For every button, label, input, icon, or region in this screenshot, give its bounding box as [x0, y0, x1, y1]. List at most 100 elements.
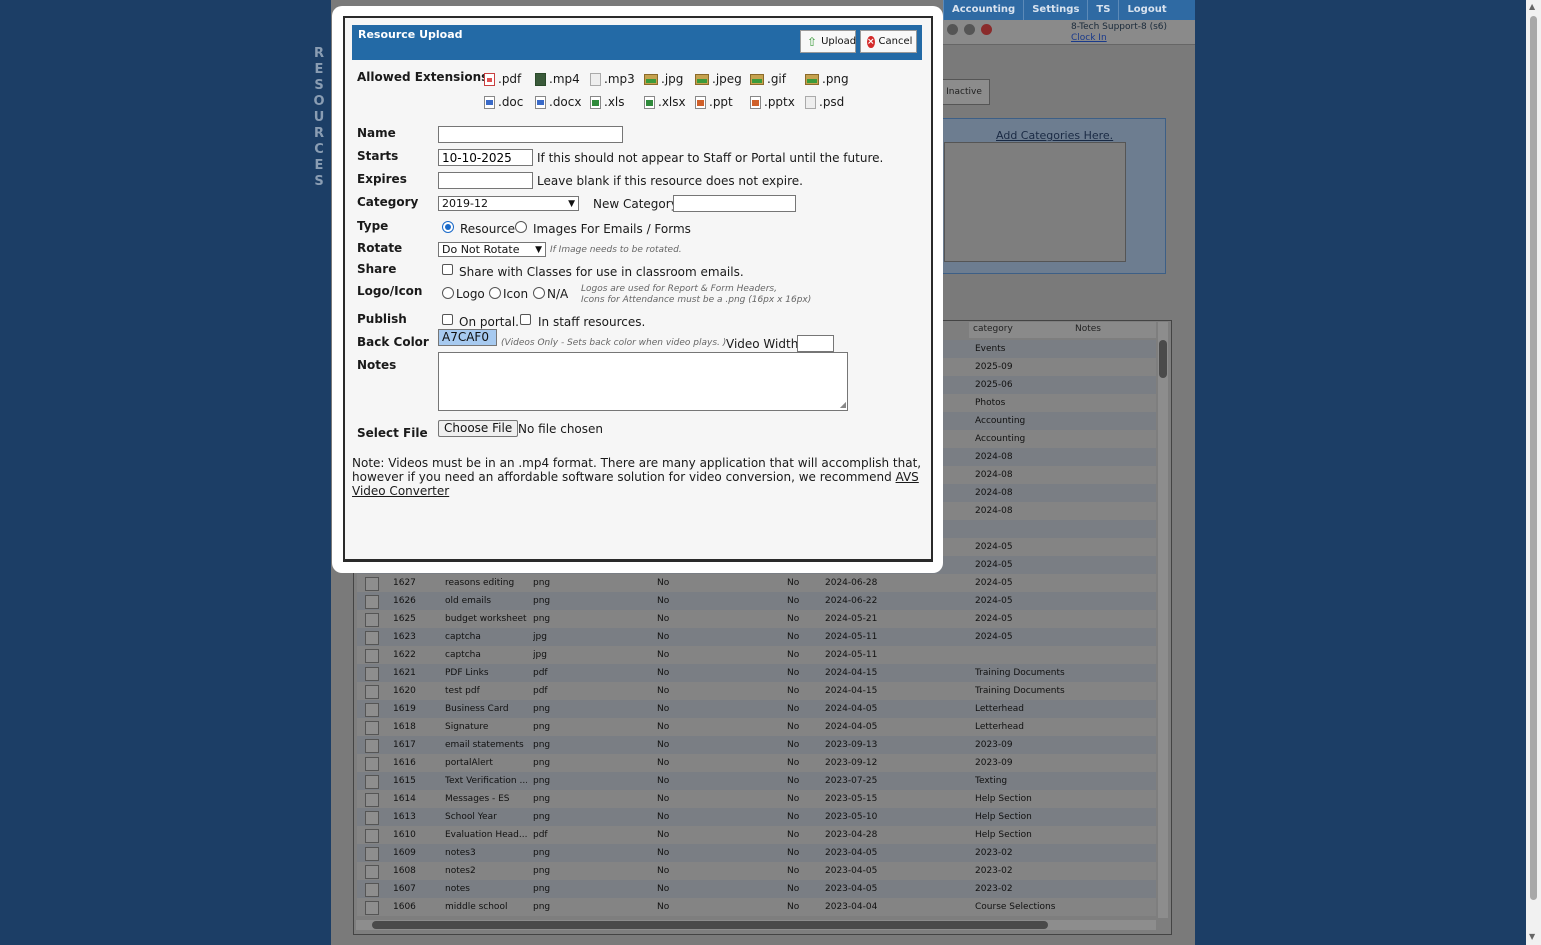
row-checkbox[interactable]: [365, 865, 379, 879]
logo-radio[interactable]: [442, 287, 454, 299]
allowed-extensions-label: Allowed Extensions: [357, 70, 489, 84]
cell-type: png: [533, 794, 551, 804]
categories-panel: Add Categories Here.: [935, 118, 1166, 274]
table-row[interactable]: 1625 budget worksheet png No No 2024-05-21 202…: [357, 610, 1156, 628]
row-checkbox[interactable]: [365, 595, 379, 609]
table-row[interactable]: 1615 Text Verification ... png No No 2023-07-…: [357, 772, 1156, 790]
icon-radio[interactable]: [489, 287, 501, 299]
na-radio[interactable]: [533, 287, 545, 299]
inactive-button[interactable]: Inactive: [938, 79, 990, 105]
row-checkbox[interactable]: [365, 775, 379, 789]
publish-portal-checkbox[interactable]: [442, 314, 453, 325]
nav-ts[interactable]: TS: [1087, 0, 1118, 20]
row-checkbox[interactable]: [365, 757, 379, 771]
column-header-notes[interactable]: Notes: [1075, 324, 1101, 334]
window-scrollbar[interactable]: ▲ ▼: [1526, 0, 1541, 945]
table-horizontal-scrollbar[interactable]: [356, 920, 1156, 930]
allowed-extension: .pptx: [750, 95, 795, 109]
new-category-input[interactable]: [673, 195, 796, 212]
cell-category: 2024-08: [975, 488, 1013, 498]
table-row[interactable]: 1621 PDF Links pdf No No 2024-04-15 Training D…: [357, 664, 1156, 682]
table-row[interactable]: 1608 notes2 png No No 2023-04-05 2023-02: [357, 862, 1156, 880]
table-row[interactable]: 1626 old emails png No No 2024-06-22 2024-05: [357, 592, 1156, 610]
rotate-selected-value: Do Not Rotate: [442, 243, 520, 256]
row-checkbox[interactable]: [365, 631, 379, 645]
column-header-category[interactable]: category: [973, 324, 1013, 334]
category-select[interactable]: 2019-12 ▼: [438, 196, 579, 211]
row-checkbox[interactable]: [365, 649, 379, 663]
cancel-button[interactable]: × Cancel: [860, 30, 917, 53]
row-checkbox[interactable]: [365, 721, 379, 735]
table-row[interactable]: 1623 captcha jpg No No 2024-05-11 2024-05: [357, 628, 1156, 646]
select-file-label: Select File: [357, 426, 428, 440]
row-checkbox[interactable]: [365, 901, 379, 915]
publish-staff-checkbox[interactable]: [520, 314, 531, 325]
rotate-select[interactable]: Do Not Rotate ▼: [438, 242, 546, 257]
table-row[interactable]: 1620 test pdf pdf No No 2024-04-15 Training Do…: [357, 682, 1156, 700]
row-checkbox[interactable]: [365, 793, 379, 807]
stop-icon[interactable]: [981, 24, 992, 35]
clock-in-link[interactable]: Clock In: [1071, 33, 1107, 43]
row-checkbox[interactable]: [365, 577, 379, 591]
table-row[interactable]: 1617 email statements png No No 2023-09-13 202…: [357, 736, 1156, 754]
printer-icon[interactable]: [947, 24, 958, 35]
row-checkbox[interactable]: [365, 883, 379, 897]
choose-file-button[interactable]: Choose File: [438, 420, 519, 437]
back-color-input[interactable]: A7CAF0: [438, 329, 497, 346]
row-checkbox[interactable]: [365, 667, 379, 681]
row-checkbox[interactable]: [365, 739, 379, 753]
cell-date: 2023-09-12: [825, 758, 878, 768]
name-input[interactable]: [438, 126, 623, 143]
row-checkbox[interactable]: [365, 829, 379, 843]
cell-type: png: [533, 578, 551, 588]
table-row[interactable]: 1622 captcha jpg No No 2024-05-11: [357, 646, 1156, 664]
cell-staff: No: [787, 704, 800, 714]
allowed-extension: .gif: [750, 72, 786, 86]
type-resource-radio[interactable]: [442, 221, 454, 233]
cell-id: 1607: [393, 884, 416, 894]
add-categories-link[interactable]: Add Categories Here.: [996, 129, 1113, 142]
table-row[interactable]: 1610 Evaluation Head... pdf No No 2023-04-28 H…: [357, 826, 1156, 844]
row-checkbox[interactable]: [365, 811, 379, 825]
nav-logout[interactable]: Logout: [1118, 0, 1174, 20]
cell-date: 2024-05-11: [825, 650, 878, 660]
table-row[interactable]: 1618 Signature png No No 2024-04-05 Letterhead: [357, 718, 1156, 736]
no-file-chosen-text: No file chosen: [518, 422, 604, 436]
starts-date-input[interactable]: [438, 149, 533, 166]
categories-textarea[interactable]: [944, 142, 1126, 262]
table-row[interactable]: 1614 Messages - ES png No No 2023-05-15 Help S…: [357, 790, 1156, 808]
table-row[interactable]: 1616 portalAlert png No No 2023-09-12 2023-09: [357, 754, 1156, 772]
extension-label: .xls: [604, 95, 625, 109]
video-width-input[interactable]: [797, 335, 834, 352]
cell-name: captcha: [445, 650, 481, 660]
nav-accounting[interactable]: Accounting: [943, 0, 1023, 20]
table-row[interactable]: 1627 reasons editing png No No 2024-06-28 2024…: [357, 574, 1156, 592]
row-checkbox[interactable]: [365, 703, 379, 717]
cancel-x-icon: ×: [867, 35, 875, 48]
row-checkbox[interactable]: [365, 685, 379, 699]
notes-textarea[interactable]: ◢: [438, 352, 848, 411]
nav-settings[interactable]: Settings: [1023, 0, 1087, 20]
scroll-down-icon[interactable]: ▼: [1529, 932, 1535, 941]
scroll-up-icon[interactable]: ▲: [1529, 2, 1535, 11]
share-classes-checkbox[interactable]: [442, 264, 453, 275]
cell-id: 1606: [393, 902, 416, 912]
table-vertical-scrollbar[interactable]: [1158, 322, 1168, 918]
help-icon[interactable]: [964, 24, 975, 35]
cell-id: 1620: [393, 686, 416, 696]
row-checkbox[interactable]: [365, 613, 379, 627]
table-row[interactable]: 1613 School Year png No No 2023-05-10 Help Sec…: [357, 808, 1156, 826]
cell-staff: No: [787, 632, 800, 642]
table-row[interactable]: 1619 Business Card png No No 2024-04-05 Letter…: [357, 700, 1156, 718]
type-images-radio[interactable]: [515, 221, 527, 233]
upload-button[interactable]: ⇧ Upload: [800, 30, 856, 53]
row-checkbox[interactable]: [365, 847, 379, 861]
table-row[interactable]: 1606 middle school png No No 2023-04-04 Course…: [357, 898, 1156, 916]
cell-name: notes3: [445, 848, 476, 858]
cell-category: Events: [975, 344, 1006, 354]
table-row[interactable]: 1607 notes png No No 2023-04-05 2023-02: [357, 880, 1156, 898]
expires-date-input[interactable]: [438, 172, 533, 189]
table-row[interactable]: 1609 notes3 png No No 2023-04-05 2023-02: [357, 844, 1156, 862]
resize-grip-icon[interactable]: ◢: [840, 401, 846, 409]
cell-type: png: [533, 614, 551, 624]
